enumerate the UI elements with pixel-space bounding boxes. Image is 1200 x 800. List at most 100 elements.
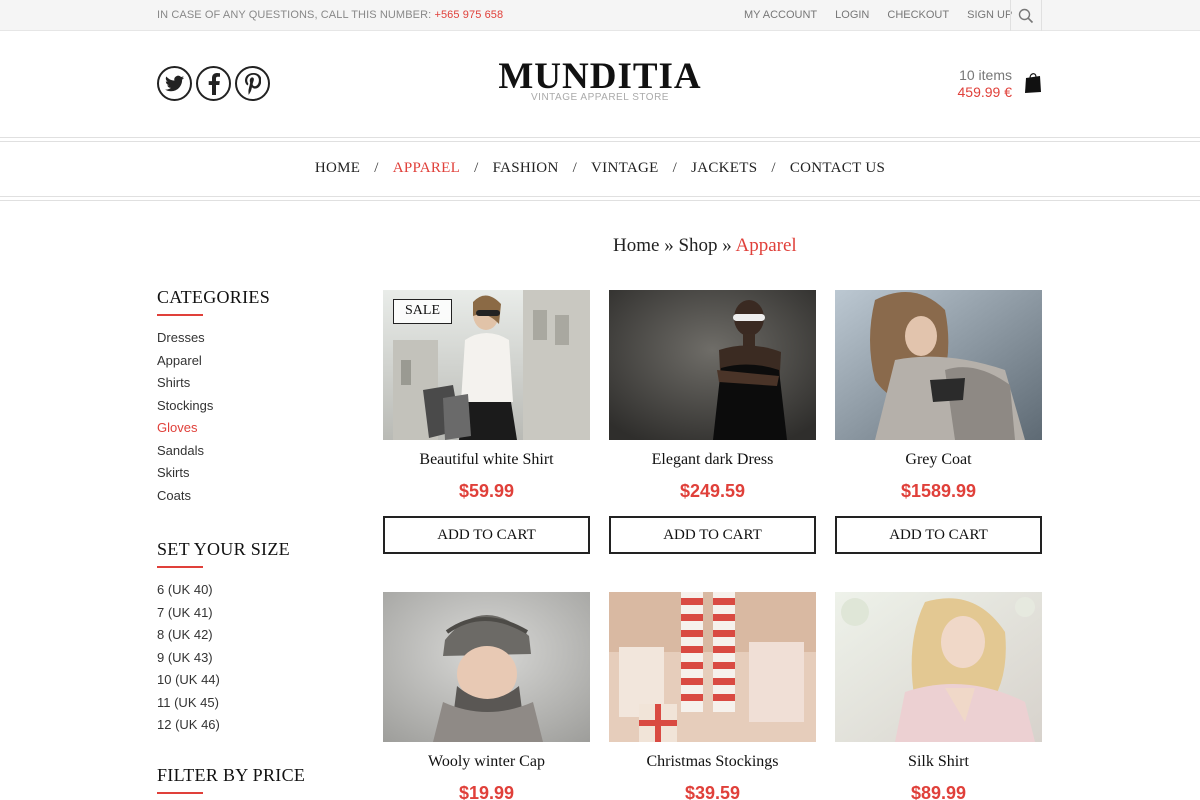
top-bar: IN CASE OF ANY QUESTIONS, CALL THIS NUMB… <box>0 0 1200 31</box>
product-card: Silk Shirt $89.99 <box>835 592 1042 800</box>
product-card: Christmas Stockings $39.59 <box>609 592 816 800</box>
categories-title: CATEGORIES <box>157 287 271 307</box>
account-links: MY ACCOUNT LOGIN CHECKOUT SIGN UP <box>744 9 1030 21</box>
product-card: Elegant dark Dress $249.59 ADD TO CART <box>609 290 816 554</box>
price-filter-widget: FILTER BY PRICE <box>157 765 305 800</box>
product-photo-christmas-stockings <box>609 592 816 742</box>
category-skirts[interactable]: Skirts <box>157 465 270 488</box>
product-title[interactable]: Elegant dark Dress <box>609 451 816 471</box>
product-image[interactable] <box>835 592 1042 742</box>
facebook-f-icon <box>208 72 220 95</box>
search-button[interactable] <box>1010 0 1042 31</box>
contact-question: IN CASE OF ANY QUESTIONS, CALL THIS NUMB… <box>157 9 435 21</box>
size-option[interactable]: 9 (UK 43) <box>157 650 290 673</box>
nav-separator: / <box>474 160 479 176</box>
product-photo-dark-dress <box>609 290 816 440</box>
product-title[interactable]: Beautiful white Shirt <box>383 451 590 471</box>
size-option[interactable]: 11 (UK 45) <box>157 695 290 718</box>
product-price: $1589.99 <box>900 481 977 501</box>
product-title[interactable]: Wooly winter Cap <box>383 753 590 773</box>
checkout-link[interactable]: CHECKOUT <box>887 9 949 21</box>
nav-apparel[interactable]: APPAREL <box>393 160 460 176</box>
product-price: $39.59 <box>684 783 741 800</box>
nav-jackets[interactable]: JACKETS <box>691 160 757 176</box>
product-image[interactable] <box>383 592 590 742</box>
product-photo-grey-coat <box>835 290 1042 440</box>
pinterest-p-icon <box>244 72 261 95</box>
nav-separator: / <box>572 160 578 176</box>
product-image[interactable]: SALE <box>383 290 590 440</box>
breadcrumb: Home » Shop » Apparel <box>613 235 797 257</box>
nav-separator: / <box>374 160 379 176</box>
size-option[interactable]: 6 (UK 40) <box>157 582 290 605</box>
product-card: Wooly winter Cap $19.99 <box>383 592 590 800</box>
login-link[interactable]: LOGIN <box>835 9 869 21</box>
product-title[interactable]: Silk Shirt <box>835 753 1042 773</box>
size-title: SET YOUR SIZE <box>157 539 290 559</box>
add-to-cart-button[interactable]: ADD TO CART <box>383 516 590 554</box>
sign-up-link[interactable]: SIGN UP <box>967 9 1012 21</box>
social-links <box>157 66 274 101</box>
size-option[interactable]: 10 (UK 44) <box>157 672 290 695</box>
breadcrumb-separator: » <box>722 235 732 256</box>
logo-tagline: VINTAGE APPAREL STORE <box>531 92 669 103</box>
size-widget: SET YOUR SIZE 6 (UK 40) 7 (UK 41) 8 (UK … <box>157 539 290 740</box>
size-list: 6 (UK 40) 7 (UK 41) 8 (UK 42) 9 (UK 43) … <box>157 582 290 740</box>
title-underline <box>157 566 203 568</box>
category-coats[interactable]: Coats <box>157 488 270 511</box>
sale-badge: SALE <box>393 299 452 324</box>
product-title[interactable]: Grey Coat <box>835 451 1042 471</box>
size-option[interactable]: 8 (UK 42) <box>157 627 290 650</box>
product-photo-silk-shirt <box>835 592 1042 742</box>
product-price: $19.99 <box>458 783 515 800</box>
search-icon <box>1018 8 1034 23</box>
store-logo[interactable]: MUNDITIA VINTAGE APPAREL STORE <box>450 56 750 103</box>
breadcrumb-separator: » <box>664 235 674 256</box>
product-title[interactable]: Christmas Stockings <box>609 753 816 773</box>
contact-phone[interactable]: +565 975 658 <box>434 9 503 21</box>
nav-contact-us[interactable]: CONTACT US <box>790 160 885 176</box>
nav-border-top <box>0 137 1200 142</box>
my-account-link[interactable]: MY ACCOUNT <box>744 9 817 21</box>
nav-vintage[interactable]: VINTAGE <box>591 160 659 176</box>
twitter-icon[interactable] <box>157 66 192 101</box>
category-dresses[interactable]: Dresses <box>157 330 270 353</box>
breadcrumb-home[interactable]: Home <box>613 235 659 256</box>
category-gloves[interactable]: Gloves <box>157 420 270 443</box>
cart-items-count: 10 items <box>959 67 1012 83</box>
nav-separator: / <box>672 160 678 176</box>
contact-info: IN CASE OF ANY QUESTIONS, CALL THIS NUMB… <box>157 9 503 21</box>
category-sandals[interactable]: Sandals <box>157 443 270 466</box>
nav-fashion[interactable]: FASHION <box>493 160 559 176</box>
product-image[interactable] <box>609 290 816 440</box>
price-filter-title: FILTER BY PRICE <box>157 765 306 785</box>
nav-border-bottom <box>0 196 1200 201</box>
categories-list: Dresses Apparel Shirts Stockings Gloves … <box>157 330 270 510</box>
facebook-icon[interactable] <box>196 66 231 101</box>
size-option[interactable]: 12 (UK 46) <box>157 717 290 740</box>
add-to-cart-button[interactable]: ADD TO CART <box>609 516 816 554</box>
pinterest-icon[interactable] <box>235 66 270 101</box>
nav-separator: / <box>771 160 776 176</box>
product-image[interactable] <box>609 592 816 742</box>
size-option[interactable]: 7 (UK 41) <box>157 605 290 628</box>
twitter-bird-icon <box>164 75 184 91</box>
main-nav: HOME / APPAREL / FASHION / VINTAGE / JACKETS / CON… <box>0 160 1200 177</box>
breadcrumb-current: Apparel <box>735 235 797 256</box>
title-underline <box>157 314 203 316</box>
category-shirts[interactable]: Shirts <box>157 375 270 398</box>
breadcrumb-shop[interactable]: Shop <box>678 235 717 256</box>
add-to-cart-button[interactable]: ADD TO CART <box>835 516 1042 554</box>
product-price: $89.99 <box>910 783 967 800</box>
product-price: $249.59 <box>679 481 746 501</box>
nav-home[interactable]: HOME <box>315 160 360 176</box>
category-apparel[interactable]: Apparel <box>157 353 270 376</box>
product-price: $59.99 <box>458 481 515 501</box>
category-stockings[interactable]: Stockings <box>157 398 270 421</box>
product-image[interactable] <box>835 290 1042 440</box>
cart-total: 459.99 € <box>957 84 1013 100</box>
cart-summary[interactable]: 10 items 459.99 € <box>930 67 1042 103</box>
product-photo-winter-cap <box>383 592 590 742</box>
product-card: Grey Coat $1589.99 ADD TO CART <box>835 290 1042 554</box>
shopping-bag-icon <box>1025 73 1041 93</box>
